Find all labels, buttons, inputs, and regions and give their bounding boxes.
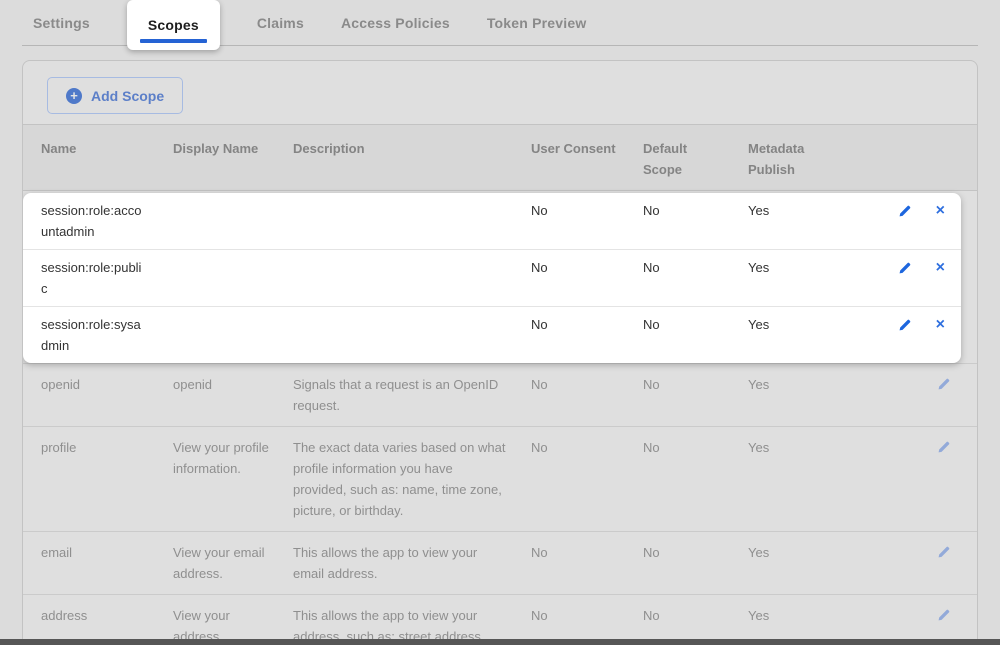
edit-scope-button[interactable]	[898, 203, 912, 219]
table-row-session-role-accountadmin: session:role:accountadmin No No Yes ×	[23, 193, 961, 249]
header-display-name: Display Name	[163, 125, 283, 190]
scope-default-scope: No	[633, 595, 738, 645]
scope-metadata-publish: Yes	[738, 364, 858, 426]
header-description: Description	[283, 125, 521, 190]
scope-description	[283, 307, 521, 363]
table-row-address: address View your address. This allows t…	[23, 594, 977, 645]
edit-scope-button[interactable]	[937, 439, 951, 455]
pencil-icon	[898, 261, 912, 275]
scope-metadata-publish: Yes	[738, 307, 858, 363]
pencil-icon	[937, 545, 951, 559]
table-row-session-role-sysadmin: session:role:sysadmin No No Yes ×	[23, 306, 961, 363]
edit-scope-button[interactable]	[937, 376, 951, 392]
scope-name: session:role:public	[23, 250, 163, 306]
tab-claims[interactable]: Claims	[257, 15, 304, 31]
tab-token-preview[interactable]: Token Preview	[487, 15, 587, 31]
scope-metadata-publish: Yes	[738, 250, 858, 306]
scope-description	[283, 250, 521, 306]
scope-metadata-publish: Yes	[738, 595, 858, 645]
scope-metadata-publish: Yes	[738, 193, 858, 249]
scope-description: The exact data varies based on what prof…	[283, 427, 521, 531]
pencil-icon	[898, 204, 912, 218]
header-actions	[858, 125, 977, 190]
header-default-scope: Default Scope	[633, 125, 738, 190]
tab-scopes-label: Scopes	[148, 17, 199, 33]
pencil-icon	[937, 377, 951, 391]
scope-description: Signals that a request is an OpenID requ…	[283, 364, 521, 426]
tab-settings[interactable]: Settings	[33, 15, 90, 31]
scope-display-name	[163, 250, 283, 306]
tab-scopes[interactable]: Scopes	[127, 0, 220, 50]
table-row-email: email View your email address. This allo…	[23, 531, 977, 594]
plus-icon: +	[66, 88, 82, 104]
scope-default-scope: No	[633, 193, 738, 249]
scope-user-consent: No	[521, 364, 633, 426]
header-user-consent: User Consent	[521, 125, 633, 190]
scope-default-scope: No	[633, 307, 738, 363]
scope-default-scope: No	[633, 532, 738, 594]
header-name: Name	[23, 125, 163, 190]
scope-user-consent: No	[521, 532, 633, 594]
scope-display-name: openid	[163, 364, 283, 426]
scope-user-consent: No	[521, 595, 633, 645]
edit-scope-button[interactable]	[898, 317, 912, 333]
pencil-icon	[937, 608, 951, 622]
scope-user-consent: No	[521, 427, 633, 531]
tab-bar: Settings Scopes Claims Access Policies T…	[22, 0, 978, 46]
scope-name: address	[23, 595, 163, 645]
header-metadata-publish: Metadata Publish	[738, 125, 858, 190]
highlighted-rows-group: session:role:accountadmin No No Yes × se…	[23, 193, 961, 363]
scopes-table-card: + Add Scope Name Display Name Descriptio…	[22, 60, 978, 645]
table-header-row: Name Display Name Description User Conse…	[23, 124, 977, 191]
scope-name: session:role:accountadmin	[23, 193, 163, 249]
delete-scope-button[interactable]: ×	[936, 203, 945, 219]
edit-scope-button[interactable]	[937, 544, 951, 560]
pencil-icon	[937, 440, 951, 454]
scope-default-scope: No	[633, 427, 738, 531]
scope-description	[283, 193, 521, 249]
scope-name: email	[23, 532, 163, 594]
add-scope-label: Add Scope	[91, 88, 164, 104]
tab-access-policies[interactable]: Access Policies	[341, 15, 450, 31]
table-row-openid: openid openid Signals that a request is …	[23, 363, 977, 426]
scope-default-scope: No	[633, 250, 738, 306]
edit-scope-button[interactable]	[937, 607, 951, 623]
add-scope-button[interactable]: + Add Scope	[47, 77, 183, 114]
scope-description: This allows the app to view your email a…	[283, 532, 521, 594]
scope-description: This allows the app to view your address…	[283, 595, 521, 645]
scope-name: profile	[23, 427, 163, 531]
delete-scope-button[interactable]: ×	[936, 317, 945, 333]
scope-metadata-publish: Yes	[738, 532, 858, 594]
scope-user-consent: No	[521, 193, 633, 249]
table-toolbar: + Add Scope	[23, 61, 977, 124]
scope-name: openid	[23, 364, 163, 426]
scope-name: session:role:sysadmin	[23, 307, 163, 363]
table-row-profile: profile View your profile information. T…	[23, 426, 977, 531]
scope-display-name	[163, 193, 283, 249]
authorization-server-page: Settings Scopes Claims Access Policies T…	[0, 0, 1000, 645]
scope-user-consent: No	[521, 250, 633, 306]
active-tab-underline	[140, 39, 207, 43]
scope-user-consent: No	[521, 307, 633, 363]
scope-display-name	[163, 307, 283, 363]
window-bottom-edge	[0, 639, 1000, 645]
pencil-icon	[898, 318, 912, 332]
table-row-session-role-public: session:role:public No No Yes ×	[23, 249, 961, 306]
scope-display-name: View your address.	[163, 595, 283, 645]
scope-display-name: View your email address.	[163, 532, 283, 594]
edit-scope-button[interactable]	[898, 260, 912, 276]
scope-metadata-publish: Yes	[738, 427, 858, 531]
scope-default-scope: No	[633, 364, 738, 426]
delete-scope-button[interactable]: ×	[936, 260, 945, 276]
scope-display-name: View your profile information.	[163, 427, 283, 531]
